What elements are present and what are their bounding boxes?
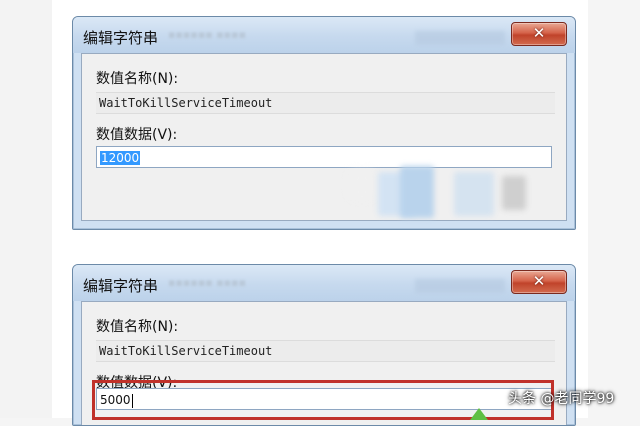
background-window-title: ▪▪▪▪▪▪ ▪▪▪▪ bbox=[168, 28, 247, 41]
value-name-field: WaitToKillServiceTimeout bbox=[96, 92, 555, 114]
blur-artifact bbox=[350, 172, 374, 198]
value-name-field: WaitToKillServiceTimeout bbox=[96, 340, 555, 362]
close-button[interactable]: ✕ bbox=[511, 270, 567, 294]
background-window-ghost bbox=[415, 279, 505, 293]
close-icon: ✕ bbox=[532, 24, 546, 42]
value-data-label: 数值数据(V): bbox=[96, 127, 178, 143]
dialog-titlebar[interactable]: 编辑字符串 ▪▪▪▪▪▪ ▪▪▪▪ ✕ bbox=[73, 265, 575, 301]
dialog-titlebar[interactable]: 编辑字符串 ▪▪▪▪▪▪ ▪▪▪▪ ✕ bbox=[73, 17, 575, 53]
blur-artifact bbox=[454, 172, 494, 216]
page-margin bbox=[0, 0, 52, 418]
value-data-input[interactable]: 12000 bbox=[96, 146, 552, 168]
selected-text: 12000 bbox=[100, 151, 141, 165]
background-window-ghost bbox=[415, 31, 505, 45]
close-button[interactable]: ✕ bbox=[511, 22, 567, 46]
background-window-title: ▪▪▪▪▪▪ ▪▪▪▪ bbox=[168, 276, 247, 289]
value-name-label: 数值名称(N): bbox=[96, 319, 179, 335]
edit-string-dialog-1: 编辑字符串 ▪▪▪▪▪▪ ▪▪▪▪ ✕ 数值名称(N): WaitToKillS… bbox=[72, 16, 576, 230]
watermark: 头条 @老同学99 bbox=[508, 391, 615, 407]
dialog-body: 数值名称(N): WaitToKillServiceTimeout 数值数据(V… bbox=[81, 53, 567, 221]
value-name-label: 数值名称(N): bbox=[96, 71, 179, 87]
blur-artifact bbox=[502, 176, 526, 210]
blur-artifact bbox=[400, 166, 434, 218]
close-icon: ✕ bbox=[532, 272, 546, 290]
dialog-title: 编辑字符串 bbox=[83, 277, 159, 295]
arrow-up-icon bbox=[470, 408, 488, 420]
dialog-title: 编辑字符串 bbox=[83, 29, 159, 47]
